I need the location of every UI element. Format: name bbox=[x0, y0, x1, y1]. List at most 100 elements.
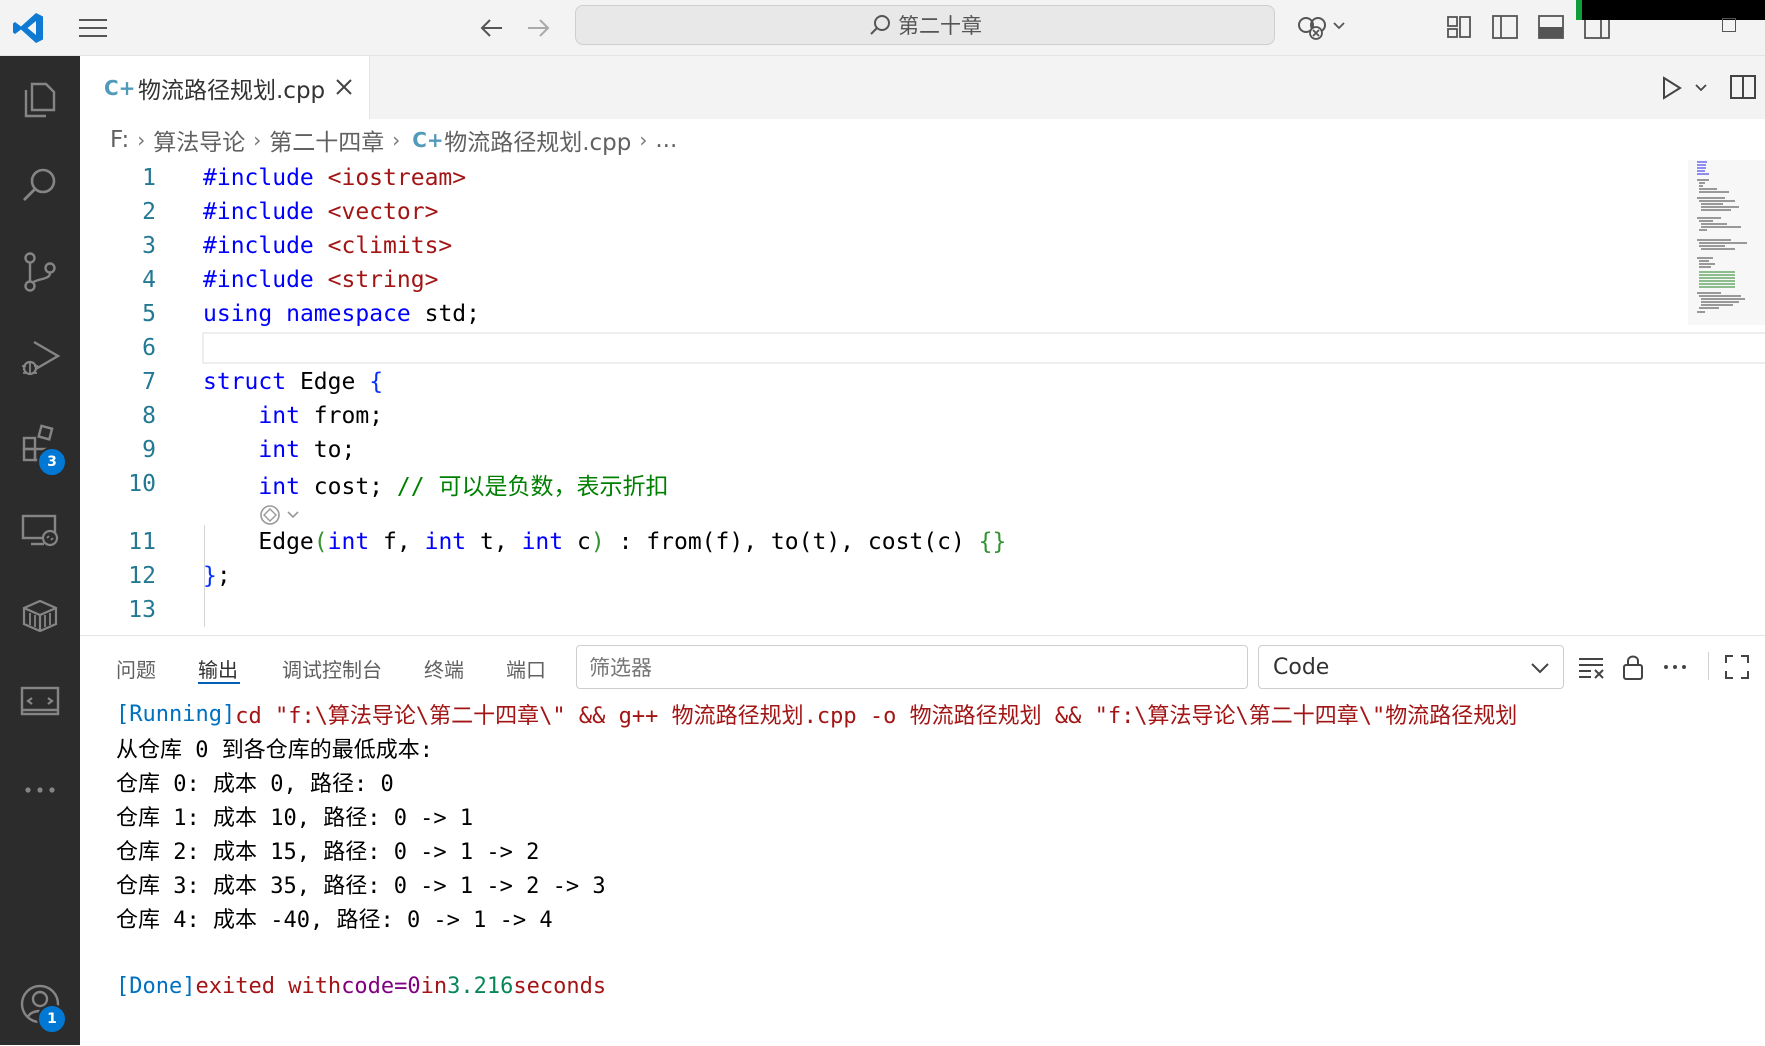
line-number: 3 bbox=[142, 233, 156, 259]
maximize-panel-icon[interactable] bbox=[1722, 652, 1752, 682]
search-icon bbox=[870, 15, 890, 35]
keyword: #include bbox=[203, 233, 314, 259]
extensions-badge: 3 bbox=[37, 447, 67, 477]
code-line: 12 }; bbox=[80, 559, 1690, 593]
done-text: seconds bbox=[513, 973, 607, 999]
search-button[interactable] bbox=[12, 158, 68, 214]
member-init-arg: (c) bbox=[923, 529, 965, 555]
menu-icon[interactable] bbox=[76, 14, 110, 42]
param: f, bbox=[383, 529, 411, 555]
output-line: 仓库 3: 成本 35, 路径: 0 -> 1 -> 2 -> 3 bbox=[116, 874, 606, 899]
toggle-primary-sidebar-icon[interactable] bbox=[1490, 12, 1520, 42]
more-actions-icon[interactable] bbox=[1660, 652, 1690, 682]
code-line: 13 bbox=[80, 593, 1690, 627]
editor-tab-active[interactable]: C+ 物流路径规划.cpp bbox=[80, 56, 370, 119]
explorer-button[interactable] bbox=[12, 72, 68, 128]
maximize-icon[interactable] bbox=[1722, 18, 1736, 32]
keyword: #include bbox=[203, 199, 314, 225]
code-comment: // 可以是负数，表示折扣 bbox=[396, 474, 669, 500]
breadcrumb: F: › 算法导论 › 第二十四章 › C+ 物流路径规划.cpp › ... bbox=[80, 119, 1765, 161]
output-filter-input[interactable]: 筛选器 bbox=[576, 645, 1248, 689]
panel-toolbar-divider bbox=[1708, 652, 1709, 680]
code-line: 2 #include <vector> bbox=[80, 195, 1690, 229]
output-source-select[interactable]: Code bbox=[1258, 645, 1564, 689]
window-controls-area bbox=[1578, 0, 1765, 20]
more-views-button[interactable] bbox=[12, 762, 68, 818]
code-text: : bbox=[618, 529, 633, 555]
line-number: 13 bbox=[128, 597, 156, 623]
search-icon bbox=[23, 168, 56, 201]
output-content[interactable]: [Running] cd "f:\算法导论\第二十四章\" && g++ 物流路… bbox=[116, 698, 1756, 1038]
exit-code: code=0 bbox=[341, 973, 421, 999]
customize-layout-icon[interactable] bbox=[1444, 12, 1474, 42]
code-line: 10 int cost; // 可以是负数，表示折扣 bbox=[80, 467, 1690, 501]
breadcrumb-file[interactable]: 物流路径规划.cpp bbox=[444, 123, 631, 157]
bottom-panel: 问题 输出 调试控制台 终端 端口 筛选器 Code [Running] cd … bbox=[80, 635, 1765, 1046]
output-line: 仓库 0: 成本 0, 路径: 0 bbox=[116, 772, 394, 797]
close-icon[interactable] bbox=[333, 76, 355, 98]
output-line: 仓库 4: 成本 -40, 路径: 0 -> 1 -> 4 bbox=[116, 908, 553, 933]
type-keyword: int bbox=[258, 437, 300, 463]
breadcrumb-drive[interactable]: F: bbox=[110, 127, 129, 153]
tab-terminal[interactable]: 终端 bbox=[424, 654, 464, 683]
code-editor[interactable]: 1 #include <iostream> 2 #include <vector… bbox=[80, 161, 1765, 635]
package-icon bbox=[22, 599, 58, 633]
run-and-debug-button[interactable] bbox=[12, 330, 68, 386]
code-line: 8 int from; bbox=[80, 399, 1690, 433]
type-keyword: int bbox=[521, 529, 564, 555]
done-tag: [Done] bbox=[116, 973, 196, 999]
source-control-button[interactable] bbox=[12, 244, 68, 300]
code-text: ; bbox=[216, 563, 231, 589]
cpp-file-icon: C+ bbox=[412, 128, 444, 152]
bracket: ) bbox=[590, 529, 605, 555]
containers-button[interactable] bbox=[12, 588, 68, 644]
copilot-icon[interactable] bbox=[1296, 12, 1348, 42]
line-number: 9 bbox=[142, 437, 156, 463]
test-panel-button[interactable] bbox=[12, 674, 68, 730]
type-keyword: int bbox=[327, 529, 370, 555]
tab-ports[interactable]: 端口 bbox=[506, 654, 546, 683]
output-line: [Running] cd "f:\算法导论\第二十四章\" && g++ 物流路… bbox=[116, 698, 1517, 730]
code-line: 3 #include <climits> bbox=[80, 229, 1690, 263]
window-accent-strip bbox=[1576, 0, 1582, 20]
chevron-right-icon: › bbox=[639, 128, 648, 152]
lock-icon[interactable] bbox=[1618, 652, 1648, 682]
split-editor-icon[interactable] bbox=[1728, 72, 1758, 102]
done-text: in bbox=[420, 973, 448, 999]
param: t, bbox=[480, 529, 508, 555]
chevron-down-icon bbox=[1531, 663, 1549, 674]
ellipsis-icon bbox=[25, 787, 55, 793]
include-path: <string> bbox=[327, 267, 439, 293]
type-keyword: int bbox=[424, 529, 467, 555]
output-line: 仓库 1: 成本 10, 路径: 0 -> 1 bbox=[116, 806, 474, 831]
bracket: {} bbox=[978, 529, 1007, 555]
breadcrumb-folder-1[interactable]: 算法导论 bbox=[153, 123, 245, 157]
type-keyword: int bbox=[258, 403, 300, 429]
member-init-arg: (t), bbox=[798, 529, 855, 555]
command-center-search[interactable]: 第二十章 bbox=[575, 5, 1275, 45]
breadcrumb-folder-2[interactable]: 第二十四章 bbox=[269, 123, 384, 157]
breadcrumb-more[interactable]: ... bbox=[655, 127, 677, 153]
run-code-icon[interactable] bbox=[1658, 74, 1714, 102]
remote-explorer-button[interactable] bbox=[12, 502, 68, 558]
source-control-icon bbox=[24, 252, 56, 292]
forward-arrow-icon[interactable] bbox=[524, 14, 552, 42]
clear-output-icon[interactable] bbox=[1576, 652, 1606, 682]
minimap[interactable] bbox=[1695, 160, 1757, 325]
member-init: cost bbox=[867, 529, 924, 555]
bracket: { bbox=[369, 369, 384, 395]
keyword: #include bbox=[203, 267, 314, 293]
back-arrow-icon[interactable] bbox=[478, 14, 506, 42]
tab-output[interactable]: 输出 bbox=[198, 654, 238, 683]
tab-debug-console[interactable]: 调试控制台 bbox=[282, 654, 382, 683]
tab-problems[interactable]: 问题 bbox=[116, 654, 156, 683]
member-init-arg: (f), bbox=[701, 529, 758, 555]
toggle-panel-icon[interactable] bbox=[1536, 12, 1566, 42]
code-text: std; bbox=[424, 301, 480, 327]
line-number: 12 bbox=[128, 563, 156, 589]
keyword: #include bbox=[203, 165, 314, 191]
struct-name: Edge bbox=[299, 369, 356, 395]
output-line: 仓库 2: 成本 15, 路径: 0 -> 1 -> 2 bbox=[116, 840, 540, 865]
chevron-right-icon: › bbox=[392, 128, 401, 152]
output-line: 从仓库 0 到各仓库的最低成本: bbox=[116, 738, 433, 763]
